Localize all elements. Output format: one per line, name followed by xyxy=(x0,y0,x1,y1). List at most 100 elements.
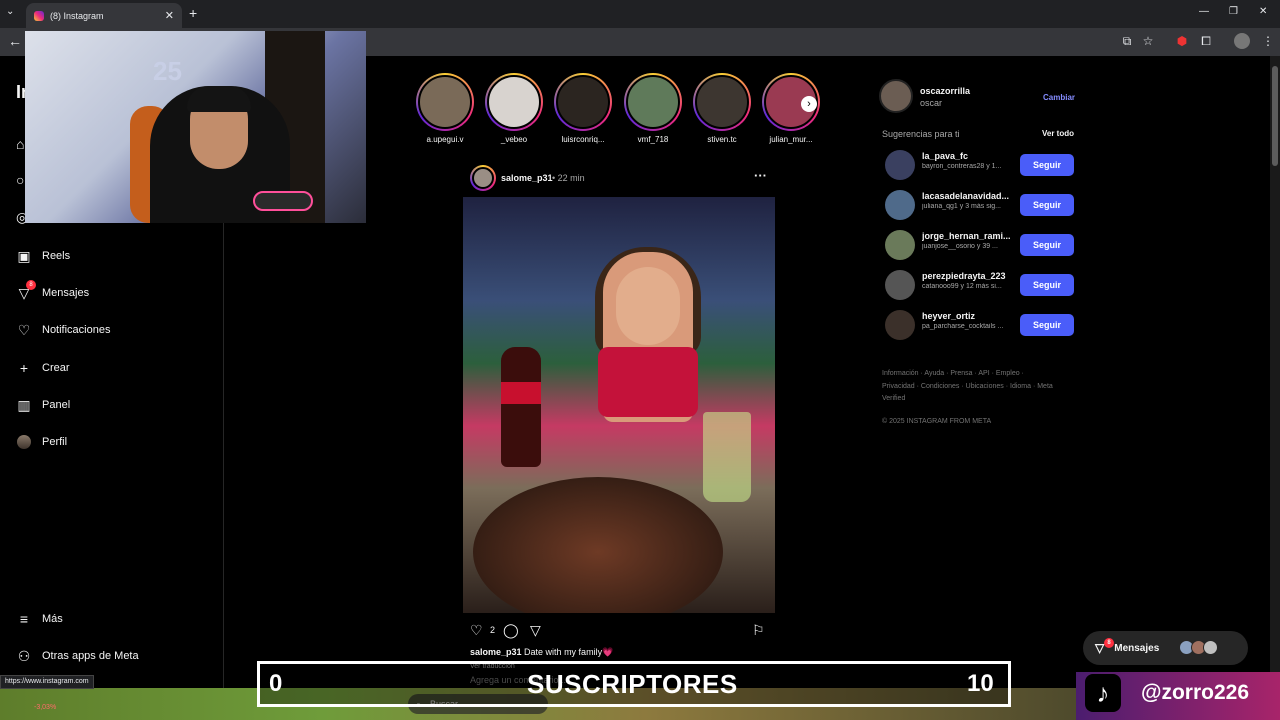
sidebar-item-more[interactable]: ≡ Más xyxy=(16,611,63,627)
suggestion-subtext: bayron_contreras28 y 1... xyxy=(922,163,1002,170)
story-username: vmf_718 xyxy=(637,135,669,144)
subscriber-goal-target: 10 xyxy=(967,670,994,697)
see-all-link[interactable]: Ver todo xyxy=(1042,129,1074,138)
story-username: stiven.tc xyxy=(707,135,737,144)
stories-next-icon[interactable]: › xyxy=(801,96,817,112)
new-tab-button[interactable]: + xyxy=(189,5,197,21)
sidebar-item-notifications[interactable]: ♡ Notificaciones xyxy=(16,321,111,338)
search-icon[interactable]: ○ xyxy=(16,172,24,188)
suggestion-row: lacasadelanavidad... juliana_qg1 y 3 más… xyxy=(885,190,1075,220)
dashboard-icon: ▥ xyxy=(17,396,31,413)
stock-widget[interactable]: -3,03% xyxy=(34,704,56,711)
suggestion-username[interactable]: la_pava_fc xyxy=(922,151,1012,161)
copyright: © 2025 INSTAGRAM FROM META xyxy=(882,418,992,425)
avatar[interactable] xyxy=(885,190,915,220)
save-bookmark-icon[interactable]: ⚐ xyxy=(752,622,768,638)
glass xyxy=(703,412,751,502)
current-user-avatar[interactable] xyxy=(879,79,913,113)
footer-links[interactable]: Información · Ayuda · Prensa · API · Emp… xyxy=(882,368,1057,406)
suggestion-username[interactable]: perezpiedrayta_223 xyxy=(922,271,1012,281)
suggestion-subtext: juliana_qg1 y 3 más sig... xyxy=(922,203,1001,210)
post-caption: salome_p31 Date with my family💗 xyxy=(470,647,613,658)
browser-menu-icon[interactable]: ⋮ xyxy=(1261,34,1275,48)
follow-button[interactable]: Seguir xyxy=(1020,274,1074,296)
browser-tab[interactable]: (8) Instagram ✕ xyxy=(26,3,182,28)
back-arrow-icon[interactable]: ← xyxy=(8,33,22,49)
suggestion-username[interactable]: lacasadelanavidad... xyxy=(922,191,1012,201)
bookmark-star-icon[interactable]: ☆ xyxy=(1141,34,1155,48)
story-username: julian_mur... xyxy=(769,135,813,144)
story-item[interactable]: luisrconriq... xyxy=(554,73,612,144)
window-close-icon[interactable]: ✕ xyxy=(1259,6,1267,17)
story-username: a.upegui.v xyxy=(426,135,464,144)
avatar[interactable] xyxy=(885,150,915,180)
sidebar-item-label: Reels xyxy=(42,250,71,262)
avatar[interactable] xyxy=(885,230,915,260)
heart-icon: ♡ xyxy=(17,321,31,338)
cast-icon[interactable]: ⧉ xyxy=(1120,34,1134,48)
extension-shield-icon[interactable]: ⬢ xyxy=(1175,34,1189,48)
messages-floating-button[interactable]: ▽ 8 Mensajes xyxy=(1083,631,1248,665)
sidebar-item-label: Crear xyxy=(42,362,70,374)
follow-button[interactable]: Seguir xyxy=(1020,194,1074,216)
story-item[interactable]: _vebeo xyxy=(485,73,543,144)
suggestion-row: jorge_hernan_rami... juanjose__osorio y … xyxy=(885,230,1075,260)
tiktok-handle: @zorro226 xyxy=(1141,681,1250,704)
notification-badge: 8 xyxy=(1104,638,1114,648)
follow-button[interactable]: Seguir xyxy=(1020,234,1074,256)
sidebar-item-label: Notificaciones xyxy=(42,324,111,336)
follow-button[interactable]: Seguir xyxy=(1020,314,1074,336)
sidebar-item-reels[interactable]: ▣ Reels xyxy=(16,248,70,264)
sidebar-item-label: Mensajes xyxy=(42,287,90,299)
sidebar-item-label: Más xyxy=(42,613,63,625)
story-item[interactable]: stiven.tc xyxy=(693,73,751,144)
plate xyxy=(473,477,723,613)
story-item[interactable]: vmf_718 xyxy=(624,73,682,144)
story-avatar xyxy=(556,75,610,129)
suggestion-subtext: juanjose__osorio y 39 ... xyxy=(922,243,998,250)
comment-icon[interactable]: ◯ xyxy=(503,622,519,638)
suggestion-username[interactable]: heyver_ortiz xyxy=(922,311,1012,321)
sidebar-item-label: Perfil xyxy=(42,436,68,448)
post-image[interactable] xyxy=(463,197,775,613)
maximize-icon[interactable]: ❐ xyxy=(1229,6,1238,17)
balloon-decoration: 25 xyxy=(153,56,182,86)
sidebar-item-create[interactable]: + Crear xyxy=(16,360,70,376)
sidebar-item-profile[interactable]: Perfil xyxy=(16,434,67,450)
like-heart-icon[interactable]: ♡ xyxy=(470,622,486,638)
post-username[interactable]: salome_p31 xyxy=(501,173,553,183)
avatar xyxy=(17,435,31,449)
more-options-icon[interactable]: ··· xyxy=(754,168,767,183)
home-icon[interactable]: ⌂ xyxy=(16,136,24,152)
suggestions-title: Sugerencias para ti xyxy=(882,129,960,139)
subscriber-goal-title: SUSCRIPTORES xyxy=(527,669,738,699)
tiktok-logo-icon: ♪ xyxy=(1085,674,1121,712)
caption-text: Date with my family xyxy=(524,647,603,657)
share-icon[interactable]: ▽ xyxy=(530,622,546,638)
follow-button[interactable]: Seguir xyxy=(1020,154,1074,176)
avatar[interactable] xyxy=(885,270,915,300)
caption-username[interactable]: salome_p31 xyxy=(470,647,522,657)
sidebar-item-dashboard[interactable]: ▥ Panel xyxy=(16,397,70,413)
sidebar-item-messages[interactable]: ▽ 8 Mensajes xyxy=(16,280,90,301)
avatar[interactable] xyxy=(885,310,915,340)
suggestion-username[interactable]: jorge_hernan_rami... xyxy=(922,231,1012,241)
subscriber-goal-start: 0 xyxy=(269,670,283,697)
story-item[interactable]: a.upegui.v xyxy=(416,73,474,144)
notification-badge: 8 xyxy=(26,280,36,290)
instagram-favicon-icon xyxy=(34,10,44,21)
tab-search-icon[interactable]: ⌄ xyxy=(6,6,14,17)
tab-close-icon[interactable]: ✕ xyxy=(165,9,174,22)
scrollbar-thumb[interactable] xyxy=(1272,66,1278,166)
sidebar-item-label: Panel xyxy=(42,399,71,411)
browser-profile-avatar[interactable] xyxy=(1234,33,1250,49)
current-user-fullname: oscar xyxy=(920,98,943,108)
switch-account-link[interactable]: Cambiar xyxy=(1043,93,1075,102)
post-author-avatar[interactable] xyxy=(470,165,496,191)
minimize-icon[interactable]: — xyxy=(1199,6,1209,17)
story-username: luisrconriq... xyxy=(561,135,605,144)
suggestion-row: la_pava_fc bayron_contreras28 y 1... Seg… xyxy=(885,150,1075,180)
extensions-puzzle-icon[interactable]: ⧠ xyxy=(1199,34,1213,48)
current-username[interactable]: oscazorrilla xyxy=(920,86,970,96)
sidebar-item-meta-apps[interactable]: ⚇ Otras apps de Meta xyxy=(16,648,139,664)
